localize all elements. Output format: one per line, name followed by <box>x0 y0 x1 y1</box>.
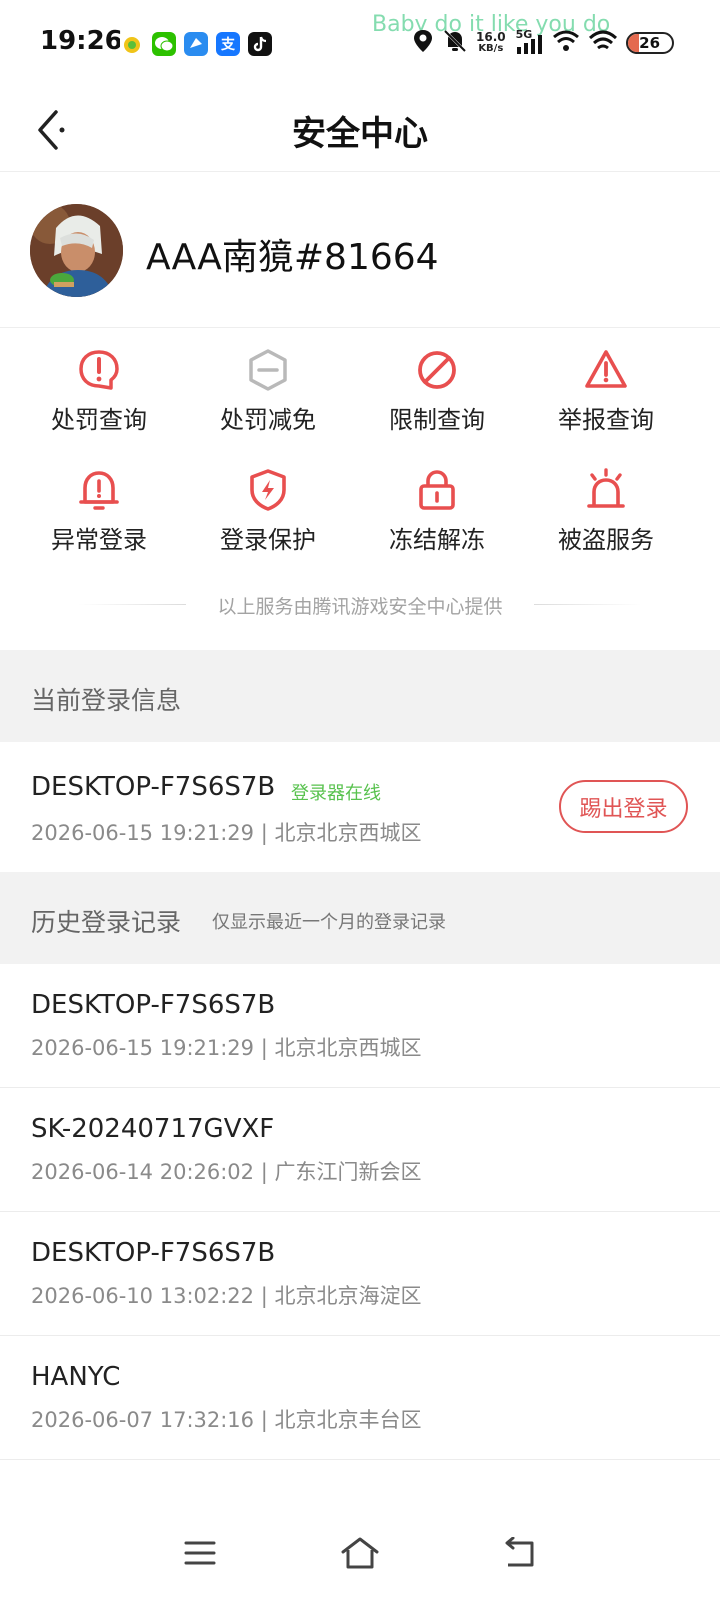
location-icon <box>412 28 434 58</box>
wifi-call-icon <box>552 28 580 58</box>
device-name: HANYC <box>31 1362 121 1392</box>
status-bar: 19:26 支 Baby do it like you do 16.0 KB/s… <box>0 0 720 86</box>
battery-fill <box>627 34 640 52</box>
page-title: 安全中心 <box>292 114 428 154</box>
report-query-icon <box>585 350 627 388</box>
current-login-row: DESKTOP-F7S6S7B 登录器在线 2026-06-15 19:21:2… <box>0 742 720 872</box>
restriction-query-icon <box>418 351 456 389</box>
divider-right <box>534 604 642 605</box>
current-login-header: 当前登录信息 <box>0 650 720 742</box>
home-icon <box>341 1537 379 1569</box>
device-name: DESKTOP-F7S6S7B <box>31 990 276 1020</box>
section-title: 历史登录记录 <box>31 908 182 937</box>
service-login-protect[interactable]: 登录保护 <box>182 460 354 570</box>
provider-note: 以上服务由腾讯游戏安全中心提供 <box>217 596 503 618</box>
service-label: 登录保护 <box>220 526 316 554</box>
service-penalty-relief[interactable]: 处罚减免 <box>182 340 354 450</box>
status-time: 19:26 <box>40 26 123 56</box>
history-row: DESKTOP-F7S6S7B 2026-06-10 13:02:22 | 北京… <box>0 1212 720 1336</box>
history-header: 历史登录记录 仅显示最近一个月的登录记录 <box>0 872 720 964</box>
login-meta: 2026-06-15 19:21:29 | 北京北京西城区 <box>31 821 422 845</box>
service-report-query[interactable]: 举报查询 <box>520 340 692 450</box>
status-indicators: 16.0 KB/s 5G 26 <box>412 28 674 58</box>
service-label: 限制查询 <box>389 406 485 434</box>
page-header: 安全中心 <box>0 86 720 172</box>
penalty-query-icon <box>79 350 119 390</box>
device-name: DESKTOP-F7S6S7B <box>31 1238 276 1268</box>
battery-percent: 26 <box>639 34 661 52</box>
kick-login-button[interactable]: 踢出登录 <box>559 780 688 833</box>
online-status-tag: 登录器在线 <box>291 783 381 804</box>
wifi-icon <box>588 28 618 58</box>
net-speed-value: 16.0 <box>476 30 506 44</box>
history-row: SK-20240717GVXF 2026-06-14 20:26:02 | 广东… <box>0 1088 720 1212</box>
menu-icon <box>184 1541 216 1565</box>
net-speed: 16.0 KB/s <box>476 31 506 55</box>
login-meta: 2026-06-14 20:26:02 | 广东江门新会区 <box>31 1160 422 1184</box>
signal-icon: 5G <box>514 28 544 56</box>
profile-section: AAA南獍#81664 <box>0 172 720 328</box>
device-name: DESKTOP-F7S6S7B <box>31 772 276 802</box>
battery-indicator: 26 <box>625 32 674 54</box>
service-label: 处罚减免 <box>220 406 316 434</box>
service-freeze-unfreeze[interactable]: 冻结解冻 <box>351 460 523 570</box>
service-label: 异常登录 <box>51 526 147 554</box>
system-nav-bar <box>0 1508 720 1600</box>
service-label: 举报查询 <box>558 406 654 434</box>
login-protect-icon <box>250 469 286 511</box>
service-label: 被盗服务 <box>558 526 654 554</box>
service-label: 处罚查询 <box>51 406 147 434</box>
penalty-relief-icon <box>249 349 287 391</box>
login-meta: 2026-06-15 19:21:29 | 北京北京西城区 <box>31 1036 422 1060</box>
device-name: SK-20240717GVXF <box>31 1114 275 1144</box>
abnormal-login-icon <box>79 471 119 510</box>
theft-alarm-icon <box>587 468 625 508</box>
avatar[interactable] <box>30 204 123 297</box>
candy-app-icon <box>120 32 144 56</box>
history-row: DESKTOP-F7S6S7B 2026-06-15 19:21:29 | 北京… <box>0 964 720 1088</box>
menu-button[interactable] <box>170 1528 230 1578</box>
login-meta: 2026-06-07 17:32:16 | 北京北京丰台区 <box>31 1408 422 1432</box>
service-restriction-query[interactable]: 限制查询 <box>351 340 523 450</box>
status-app-icons: 支 <box>120 32 272 56</box>
home-button[interactable] <box>330 1528 390 1578</box>
service-label: 冻结解冻 <box>389 526 485 554</box>
service-theft-service[interactable]: 被盗服务 <box>520 460 692 570</box>
service-abnormal-login[interactable]: 异常登录 <box>13 460 185 570</box>
freeze-icon <box>419 470 455 510</box>
net-speed-unit: KB/s <box>478 43 504 54</box>
tiktok-icon <box>248 32 272 56</box>
alipay-icon: 支 <box>216 32 240 56</box>
history-row: HANYC 2026-06-07 17:32:16 | 北京北京丰台区 <box>0 1336 720 1460</box>
back-nav-icon <box>505 1537 534 1567</box>
back-nav-button[interactable] <box>490 1528 550 1578</box>
username: AAA南獍#81664 <box>146 237 439 278</box>
section-note: 仅显示最近一个月的登录记录 <box>212 912 446 933</box>
mute-bell-icon <box>442 28 468 58</box>
browser-icon <box>184 32 208 56</box>
service-penalty-query[interactable]: 处罚查询 <box>13 340 185 450</box>
section-title: 当前登录信息 <box>31 686 182 715</box>
login-meta: 2026-06-10 13:02:22 | 北京北京海淀区 <box>31 1284 422 1308</box>
wechat-icon <box>152 32 176 56</box>
